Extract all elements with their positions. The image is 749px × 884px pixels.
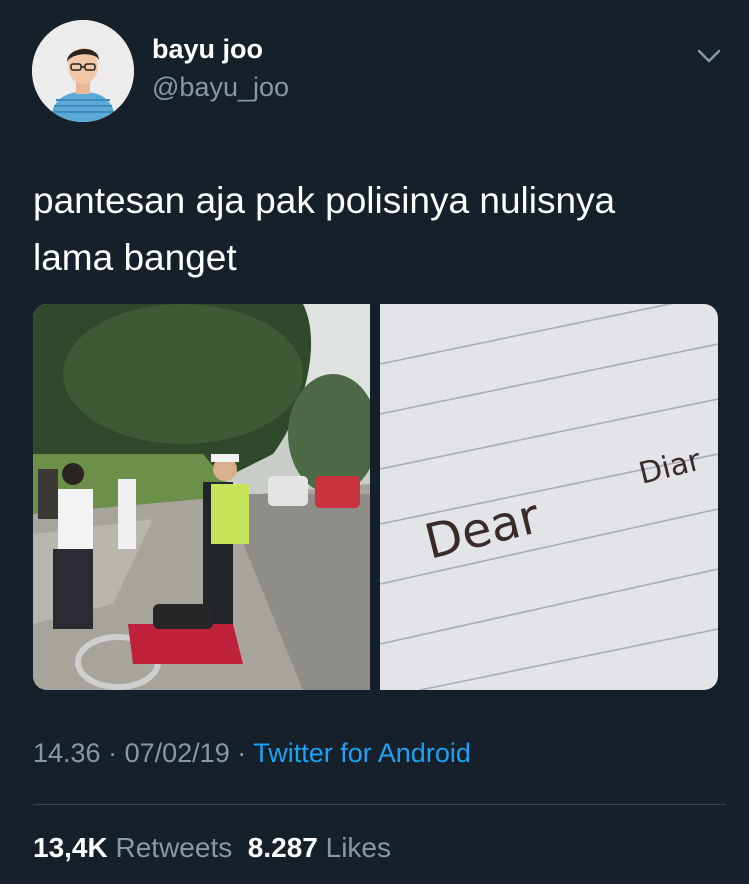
tweet-time: 14.36 bbox=[33, 738, 101, 768]
likes-label: Likes bbox=[325, 832, 392, 863]
chevron-down-icon[interactable] bbox=[694, 44, 724, 68]
display-name[interactable]: bayu joo bbox=[152, 34, 263, 65]
avatar[interactable] bbox=[32, 20, 134, 122]
media-grid[interactable]: Dear Diar bbox=[33, 304, 718, 690]
divider bbox=[33, 804, 726, 805]
retweets-stat[interactable]: 13,4K Retweets bbox=[33, 832, 232, 863]
tweet-text: pantesan aja pak polisinya nulisnya lama… bbox=[33, 172, 713, 286]
tweet-text-line: lama banget bbox=[33, 237, 237, 278]
tweet-source-link[interactable]: Twitter for Android bbox=[253, 738, 471, 768]
user-handle[interactable]: @bayu_joo bbox=[152, 72, 289, 103]
tweet-stats: 13,4K Retweets 8.287 Likes bbox=[33, 832, 391, 864]
photo-notebook[interactable]: Dear Diar bbox=[380, 304, 718, 690]
photo-police-scene[interactable] bbox=[33, 304, 370, 690]
likes-count: 8.287 bbox=[247, 832, 318, 863]
likes-stat[interactable]: 8.287 Likes bbox=[248, 832, 391, 863]
tweet-date: 07/02/19 bbox=[124, 738, 230, 768]
meta-separator: · bbox=[237, 738, 247, 768]
tweet-text-line: pantesan aja pak polisinya nulisnya bbox=[33, 180, 616, 221]
tweet-meta: 14.36 · 07/02/19 · Twitter for Android bbox=[33, 738, 471, 769]
avatar-photo bbox=[32, 20, 134, 122]
retweets-count: 13,4K bbox=[33, 832, 108, 863]
retweets-label: Retweets bbox=[115, 832, 233, 863]
meta-separator: · bbox=[108, 738, 118, 768]
